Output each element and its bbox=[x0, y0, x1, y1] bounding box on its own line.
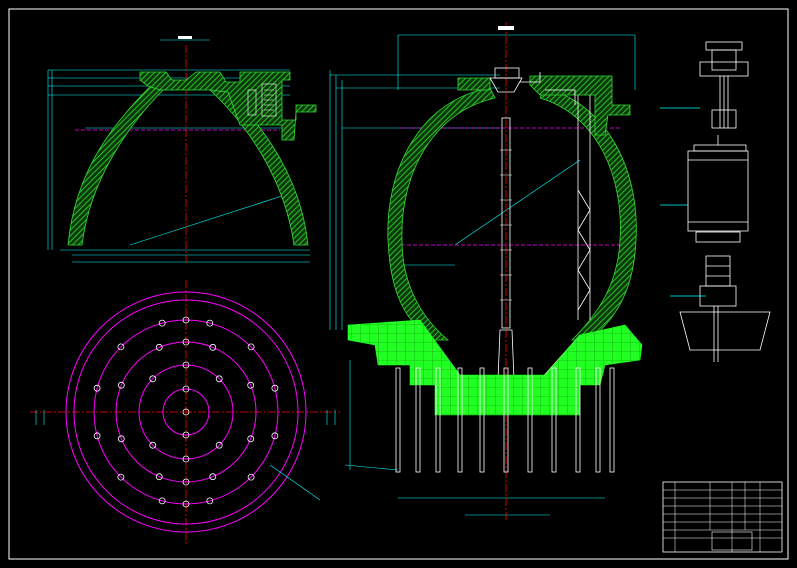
right-equipment-views bbox=[660, 41, 771, 362]
pile bbox=[395, 367, 401, 473]
left-plan-view bbox=[30, 280, 340, 545]
cad-drawing-canvas bbox=[8, 8, 789, 560]
title-block bbox=[662, 481, 783, 553]
left-section-view bbox=[47, 36, 317, 263]
center-digester-section bbox=[329, 22, 643, 520]
pile bbox=[609, 367, 615, 473]
